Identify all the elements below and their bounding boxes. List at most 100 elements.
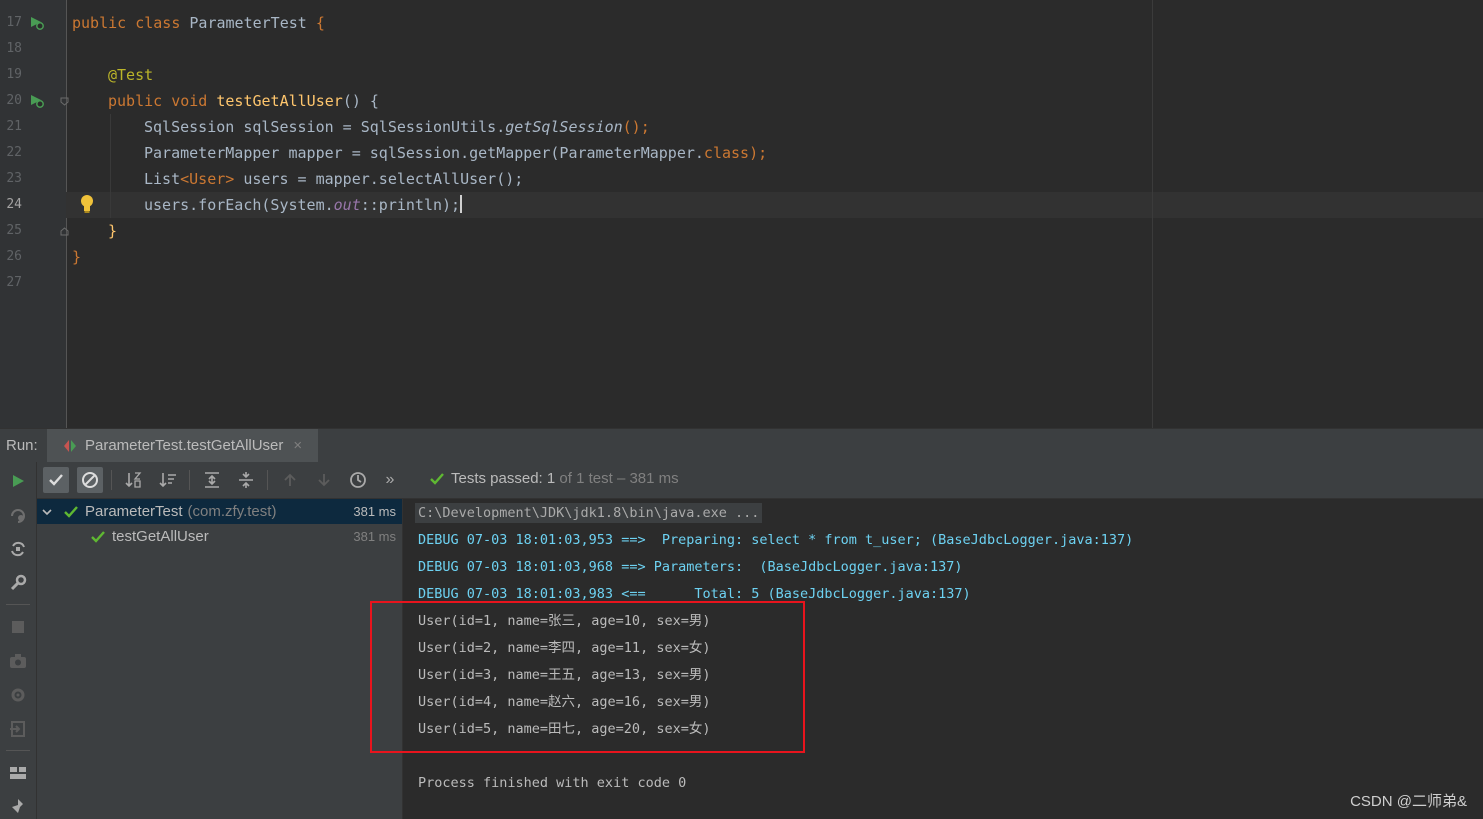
- rerun-failed-icon: [11, 509, 25, 523]
- code-editor[interactable]: 17 18 19 20 21 22 23 24 25 26 27 public …: [0, 0, 1483, 428]
- sort-duration-icon: [159, 473, 176, 488]
- sort-alphabetically-button[interactable]: [121, 467, 147, 493]
- line-number: 23: [6, 171, 22, 186]
- clock-icon: [350, 472, 366, 488]
- pin-icon: [12, 799, 23, 813]
- more-actions-button[interactable]: »: [377, 467, 403, 493]
- run-top-toolbar: » Tests passed: 1 of 1 test – 381 ms: [37, 462, 1483, 499]
- fold-marker-icon[interactable]: [60, 97, 69, 106]
- code-line-22: ParameterMapper mapper = sqlSession.getM…: [144, 144, 768, 162]
- ignored-icon: [82, 472, 98, 488]
- layout-button[interactable]: [7, 762, 29, 784]
- line-number: 25: [6, 223, 22, 238]
- expand-all-button[interactable]: [199, 467, 225, 493]
- code-line-25: }: [108, 222, 118, 240]
- toolbar-separator: [6, 604, 30, 605]
- annotation-highlight-box: [370, 601, 805, 753]
- layout-icon: [10, 767, 26, 779]
- line-number: 22: [6, 145, 22, 160]
- console-line-exit: Process finished with exit code 0: [418, 775, 687, 791]
- code-line-23: List<User> users = mapper.selectAllUser(…: [144, 170, 524, 188]
- tree-item-time: 381 ms: [353, 529, 396, 544]
- line-number: 26: [6, 249, 22, 264]
- exit-icon: [10, 721, 25, 737]
- rerun-button[interactable]: [7, 470, 29, 492]
- code-line-17: public class ParameterTest {: [72, 14, 325, 32]
- text-caret: [460, 195, 463, 213]
- toggle-auto-test-button[interactable]: [7, 538, 29, 560]
- play-icon: [13, 475, 24, 487]
- code-line-20: public void testGetAllUser() {: [108, 92, 379, 110]
- toolbar-separator: [267, 470, 268, 490]
- next-failed-button[interactable]: [311, 467, 337, 493]
- right-margin-guide: [1152, 0, 1153, 428]
- exit-button[interactable]: [7, 718, 29, 740]
- console-line-command: C:\Development\JDK\jdk1.8\bin\java.exe .…: [415, 503, 763, 523]
- run-tool-window-header: Run: ParameterTest.testGetAllUser ×: [0, 428, 1483, 463]
- test-passed-icon: [91, 530, 105, 543]
- tree-item-time: 381 ms: [353, 504, 396, 519]
- stop-icon: [12, 621, 24, 633]
- wrench-icon: [10, 574, 27, 591]
- dump-threads-button[interactable]: [7, 650, 29, 672]
- run-left-toolbar: [0, 462, 37, 819]
- checkmark-icon: [49, 474, 63, 486]
- settings-button[interactable]: [7, 572, 29, 594]
- sort-by-duration-button[interactable]: [155, 467, 181, 493]
- line-number: 17: [6, 15, 22, 30]
- chevron-down-icon[interactable]: [41, 506, 53, 518]
- code-line-26: }: [72, 248, 82, 266]
- indent-guide: [110, 114, 111, 218]
- tree-item-package: (com.zfy.test): [187, 503, 277, 520]
- collapse-all-icon: [239, 472, 253, 488]
- run-tab[interactable]: ParameterTest.testGetAllUser ×: [47, 429, 319, 462]
- toolbar-separator: [6, 750, 30, 751]
- camera-icon: [10, 654, 26, 668]
- line-number: 20: [6, 93, 22, 108]
- test-config-icon: [64, 439, 76, 452]
- run-test-method-icon[interactable]: [30, 94, 44, 108]
- show-ignored-button[interactable]: [77, 467, 103, 493]
- code-line-24: users.forEach(System.out::println);: [144, 195, 463, 214]
- rerun-failed-button[interactable]: [7, 504, 29, 526]
- debug-settings-button[interactable]: [7, 684, 29, 706]
- line-number: 18: [6, 41, 22, 56]
- arrow-down-icon: [318, 474, 330, 487]
- test-results-tree: ParameterTest (com.zfy.test) 381 ms test…: [37, 499, 403, 819]
- toolbar-separator: [111, 470, 112, 490]
- test-passed-icon: [64, 505, 78, 518]
- run-test-class-icon[interactable]: [30, 16, 44, 30]
- close-icon[interactable]: ×: [293, 437, 302, 454]
- test-status: Tests passed: 1 of 1 test – 381 ms: [429, 470, 679, 487]
- line-number: 21: [6, 119, 22, 134]
- tree-item-label: ParameterTest: [85, 503, 183, 520]
- pin-button[interactable]: [7, 796, 29, 818]
- line-number: 19: [6, 67, 22, 82]
- collapse-all-button[interactable]: [233, 467, 259, 493]
- show-passed-button[interactable]: [43, 467, 69, 493]
- tree-item-label: testGetAllUser: [112, 528, 209, 545]
- tree-item-test-class[interactable]: ParameterTest (com.zfy.test) 381 ms: [37, 499, 402, 524]
- lightbulb-icon[interactable]: [80, 194, 94, 214]
- fold-marker-icon[interactable]: [60, 227, 69, 236]
- gear-icon: [11, 688, 25, 702]
- sort-alpha-icon: [125, 472, 142, 488]
- console-line-debug: DEBUG 07-03 18:01:03,968 ==> Parameters:…: [418, 559, 963, 575]
- code-line-19: @Test: [108, 66, 154, 84]
- previous-failed-button[interactable]: [277, 467, 303, 493]
- auto-rerun-icon: [11, 541, 25, 557]
- line-number: 27: [6, 275, 22, 290]
- test-passed-icon: [430, 472, 444, 485]
- code-line-21: SqlSession sqlSession = SqlSessionUtils.…: [144, 118, 650, 136]
- stop-button[interactable]: [7, 616, 29, 638]
- tree-item-test-method[interactable]: testGetAllUser 381 ms: [37, 524, 402, 549]
- run-tab-title: ParameterTest.testGetAllUser: [85, 437, 284, 454]
- line-number-current: 24: [6, 197, 22, 212]
- toolbar-separator: [189, 470, 190, 490]
- expand-all-icon: [205, 472, 219, 488]
- console-line-debug: DEBUG 07-03 18:01:03,953 ==> Preparing: …: [418, 532, 1134, 548]
- arrow-up-icon: [284, 473, 296, 486]
- run-label: Run:: [6, 437, 38, 454]
- test-history-button[interactable]: [345, 467, 371, 493]
- watermark: CSDN @二师弟&: [1350, 793, 1467, 810]
